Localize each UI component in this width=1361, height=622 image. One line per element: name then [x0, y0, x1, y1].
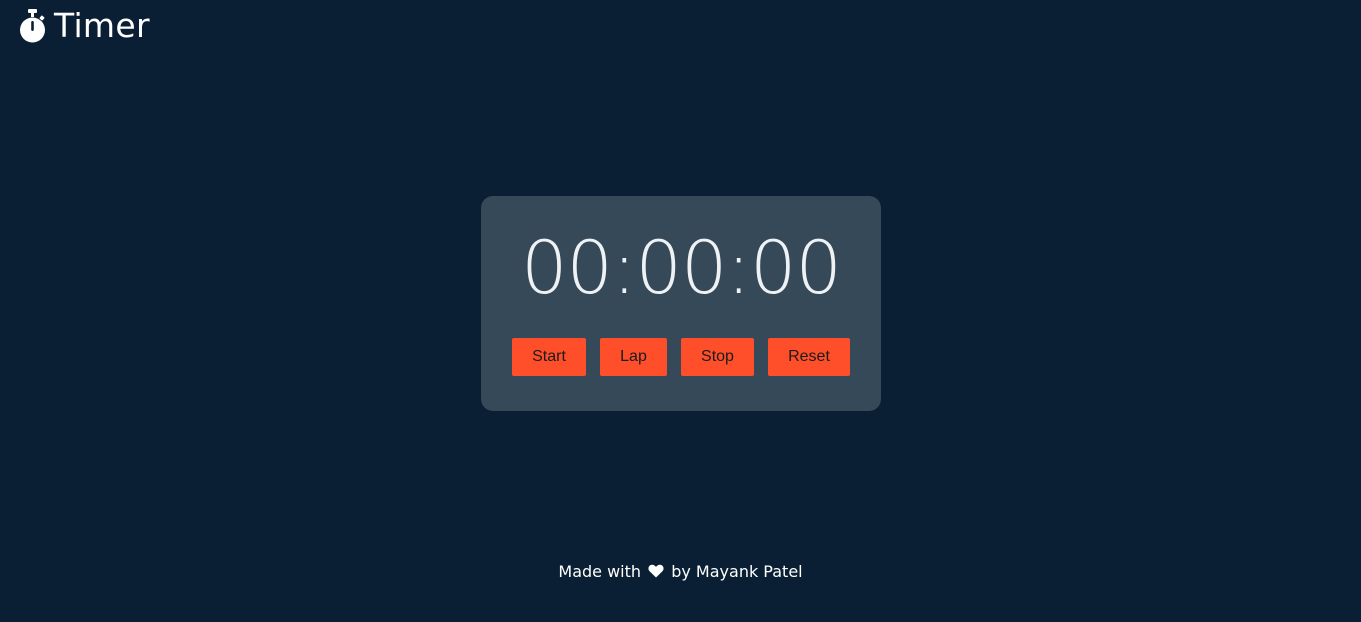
footer-made-with: Made with [558, 562, 642, 581]
timer-display: 00:00:00 [521, 226, 842, 311]
app-title: Timer [54, 6, 150, 45]
start-button[interactable]: Start [512, 338, 586, 376]
footer-author: by Mayank Patel [671, 562, 803, 581]
lap-button[interactable]: Lap [600, 338, 667, 376]
footer: Made with by Mayank Patel [0, 561, 1361, 583]
heart-icon [648, 562, 664, 578]
reset-button[interactable]: Reset [768, 338, 850, 376]
app-header: Timer [18, 6, 150, 46]
timer-card: 00:00:00 Start Lap Stop Reset [481, 196, 881, 411]
stopwatch-icon [18, 8, 47, 44]
stop-button[interactable]: Stop [681, 338, 754, 376]
